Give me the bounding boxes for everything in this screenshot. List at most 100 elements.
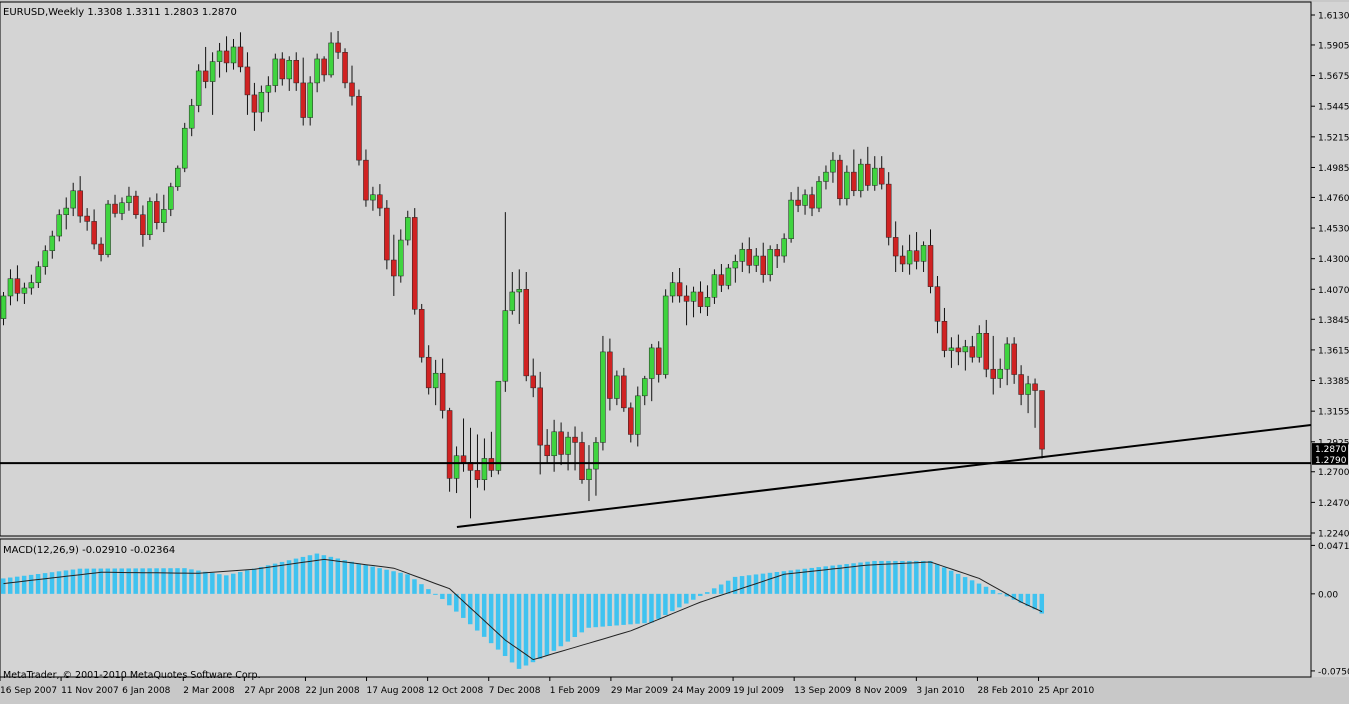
x-tick-label: 16 Sep 2007 bbox=[0, 686, 57, 696]
macd-bar bbox=[335, 558, 341, 594]
candle-bear bbox=[321, 58, 327, 76]
macd-bar bbox=[642, 593, 647, 624]
macd-bar bbox=[649, 593, 654, 623]
x-tick-label: 6 Jan 2008 bbox=[122, 686, 170, 696]
candle-bull bbox=[21, 287, 28, 294]
y-tick-label: 1.5445 bbox=[1318, 103, 1349, 113]
candle-bear bbox=[892, 237, 899, 257]
macd-bar bbox=[844, 564, 849, 594]
macd-bar bbox=[384, 569, 389, 594]
x-tick-label: 8 Nov 2009 bbox=[855, 686, 907, 696]
candle-bull bbox=[328, 42, 334, 76]
candle-bear bbox=[439, 372, 446, 411]
candle-bear bbox=[1011, 343, 1017, 375]
candle-bear bbox=[955, 347, 962, 353]
macd-bar bbox=[217, 574, 222, 594]
macd-bar bbox=[900, 560, 905, 594]
macd-bar bbox=[621, 593, 626, 625]
candle-bull bbox=[258, 91, 265, 113]
y-tick-label: 1.4070 bbox=[1318, 286, 1349, 296]
y-tick-label: 1.2700 bbox=[1318, 468, 1349, 478]
candle-bull bbox=[872, 167, 878, 186]
macd-bar bbox=[412, 579, 417, 594]
x-tick-label: 24 May 2009 bbox=[672, 686, 731, 696]
candle-bear bbox=[154, 201, 160, 223]
macd-bar bbox=[42, 573, 48, 594]
x-tick-label: 13 Sep 2009 bbox=[794, 686, 851, 696]
macd-bar bbox=[440, 593, 445, 599]
macd-bar bbox=[684, 593, 689, 604]
candle-bull bbox=[816, 181, 822, 209]
x-tick-label: 28 Feb 2010 bbox=[977, 686, 1033, 696]
macd-bar bbox=[1, 578, 6, 594]
macd-bar bbox=[342, 560, 348, 594]
candle-bull bbox=[286, 60, 293, 80]
macd-bar bbox=[941, 567, 947, 594]
macd-bar bbox=[983, 586, 989, 594]
chart-canvas[interactable]: 1.6130 1.5905 1.5675 1.5445 1.5215 1.4985 1.47… bbox=[0, 0, 1349, 700]
macd-bar bbox=[893, 560, 898, 594]
macd-bar bbox=[711, 588, 717, 594]
macd-bar bbox=[314, 553, 320, 594]
candle-bull bbox=[690, 291, 697, 302]
candle-bear bbox=[934, 286, 941, 322]
candle-bull bbox=[432, 372, 439, 389]
candle-bear bbox=[14, 278, 21, 294]
candle-bull bbox=[105, 203, 111, 255]
macd-bar bbox=[175, 568, 180, 594]
macd-bar bbox=[1032, 593, 1038, 610]
candle-bear bbox=[983, 333, 990, 370]
candle-bear bbox=[391, 259, 397, 277]
macd-bar bbox=[426, 589, 431, 594]
candle-bear bbox=[579, 442, 585, 480]
x-tick-label: 7 Dec 2008 bbox=[489, 686, 541, 696]
chart-header: EURUSD,Weekly 1.3308 1.3311 1.2803 1.287… bbox=[3, 7, 237, 18]
macd-bar bbox=[614, 593, 619, 626]
macd-bar bbox=[377, 568, 382, 594]
candle-bear bbox=[418, 309, 425, 358]
candle-bull bbox=[586, 468, 592, 480]
candle-bear bbox=[885, 183, 892, 238]
candle-bear bbox=[676, 282, 683, 297]
macd-bar bbox=[593, 593, 598, 628]
macd-bar bbox=[237, 571, 243, 594]
candle-bull bbox=[35, 266, 42, 283]
macd-bar bbox=[851, 563, 856, 594]
candle-bull bbox=[230, 46, 237, 64]
candle-bear bbox=[293, 60, 299, 84]
candle-bull bbox=[920, 245, 927, 262]
candle-bear bbox=[718, 274, 725, 286]
candle-bull bbox=[265, 85, 272, 93]
macd-bar bbox=[265, 565, 271, 594]
macd-bar bbox=[607, 593, 612, 627]
candle-bull bbox=[635, 395, 641, 435]
candle-bear bbox=[537, 387, 543, 446]
candle-bear bbox=[927, 245, 934, 287]
candle-bear bbox=[98, 243, 104, 255]
macd-bar bbox=[224, 575, 229, 594]
candle-bear bbox=[300, 82, 306, 118]
candle-bull bbox=[307, 82, 313, 118]
candle-bear bbox=[112, 203, 118, 214]
candle-bull bbox=[858, 163, 864, 192]
macd-bar bbox=[63, 570, 69, 594]
macd-bar bbox=[28, 574, 34, 594]
candle-bull bbox=[516, 289, 523, 293]
candle-bear bbox=[1039, 390, 1045, 450]
candle-bull bbox=[781, 238, 787, 257]
x-tick-label: 2 Mar 2008 bbox=[183, 686, 235, 696]
candle-bear bbox=[335, 42, 341, 53]
macd-bar bbox=[962, 577, 968, 594]
y-tick-label: 1.4760 bbox=[1318, 194, 1349, 204]
y-tick-label: 1.3845 bbox=[1318, 316, 1349, 326]
y-tick-label: 1.3155 bbox=[1318, 408, 1349, 418]
candle-bear bbox=[356, 95, 362, 161]
macd-bar bbox=[405, 574, 410, 594]
candle-bull bbox=[662, 295, 669, 375]
candle-bull bbox=[398, 239, 404, 277]
y-tick-label: 1.6130 bbox=[1318, 12, 1349, 22]
candle-bear bbox=[941, 321, 948, 351]
x-tick-label: 11 Nov 2007 bbox=[61, 686, 119, 696]
macd-bar bbox=[586, 593, 591, 628]
candle-bear bbox=[774, 249, 780, 257]
